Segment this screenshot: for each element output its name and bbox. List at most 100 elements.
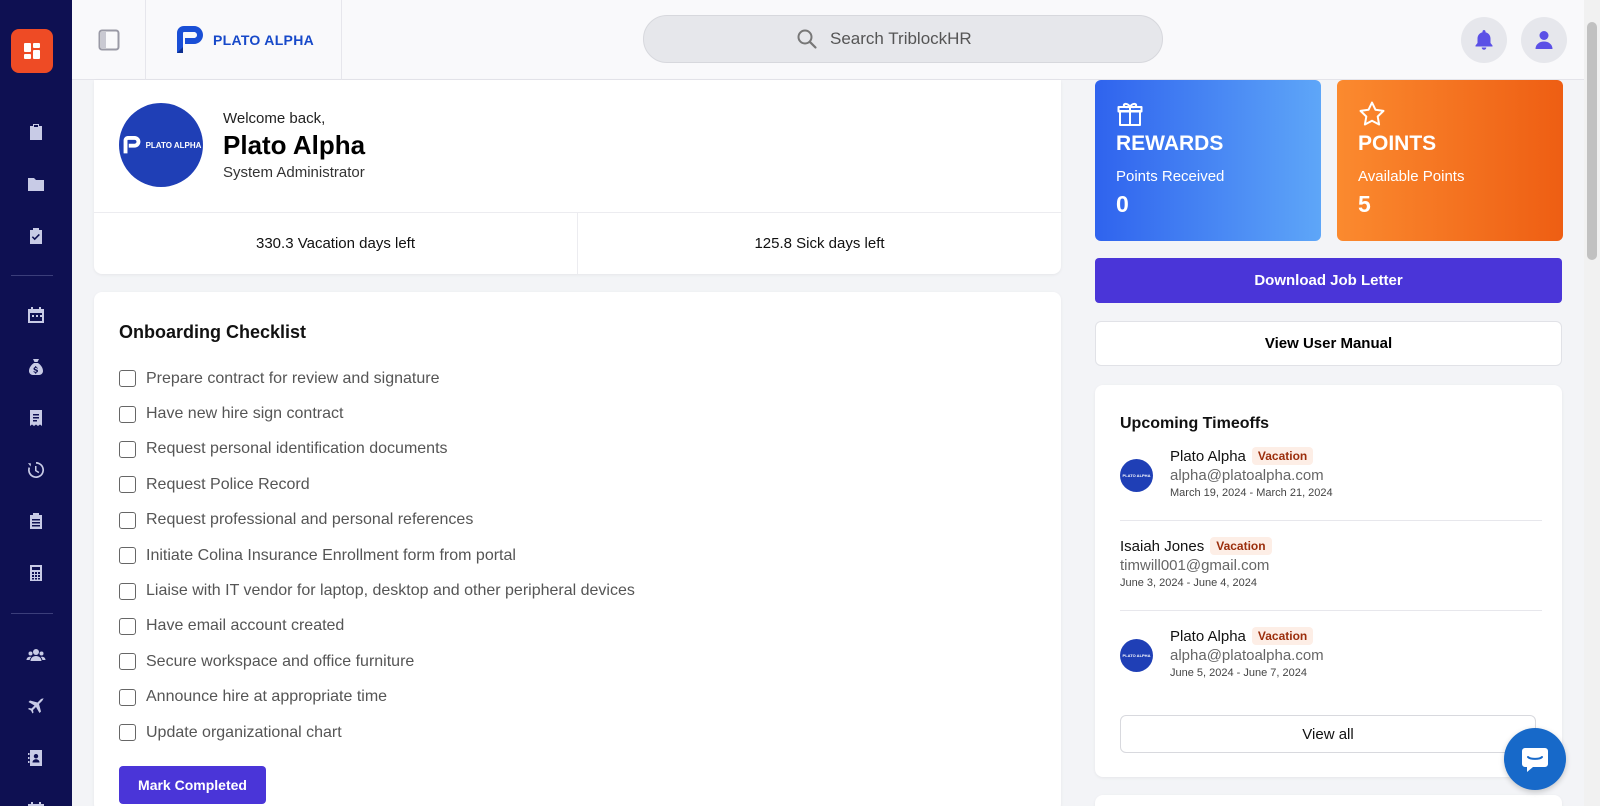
checklist-item-label: Request personal identification document… <box>146 440 448 458</box>
view-all-timeoffs-button[interactable]: View all <box>1120 715 1536 753</box>
timeoffs-title: Upcoming Timeoffs <box>1120 415 1270 432</box>
contact-card-icon <box>28 750 42 766</box>
view-user-manual-button[interactable]: View User Manual <box>1095 321 1562 366</box>
checklist-item[interactable]: Request professional and personal refere… <box>119 503 635 538</box>
star-icon <box>1359 101 1385 126</box>
checklist-item[interactable]: Prepare contract for review and signatur… <box>119 361 635 396</box>
calendar-icon <box>28 307 44 323</box>
sick-days-left: 125.8 Sick days left <box>577 213 1061 274</box>
sidebar-item-travel[interactable] <box>0 687 72 727</box>
sidebar-item-documents[interactable] <box>0 164 72 204</box>
timeoff-entry[interactable]: Isaiah Jones Vacation timwill001@gmail.co… <box>1120 537 1542 611</box>
checkbox[interactable] <box>119 370 136 388</box>
checklist-item-label: Have new hire sign contract <box>146 405 344 423</box>
chat-button[interactable] <box>1504 728 1566 790</box>
user-menu-button[interactable] <box>1521 17 1567 63</box>
search-bar[interactable] <box>643 15 1163 63</box>
timeoff-dates: June 5, 2024 - June 7, 2024 <box>1170 667 1307 679</box>
checklist-item[interactable]: Have new hire sign contract <box>119 396 635 431</box>
plato-logo-icon <box>123 135 140 154</box>
sidebar-item-timesheet[interactable] <box>0 450 72 490</box>
points-tile[interactable]: POINTS Available Points 5 <box>1337 80 1563 241</box>
checkbox[interactable] <box>119 724 136 742</box>
checklist-item-label: Initiate Colina Insurance Enrollment for… <box>146 546 516 564</box>
user-role: System Administrator <box>223 164 365 181</box>
checklist-item[interactable]: Update organizational chart <box>119 715 635 750</box>
sidebar-item-approvals[interactable] <box>0 216 72 256</box>
folder-icon <box>28 178 44 191</box>
checklist-item[interactable]: Announce hire at appropriate time <box>119 680 635 715</box>
notifications-button[interactable] <box>1461 17 1507 63</box>
sidebar-item-calculator[interactable] <box>0 553 72 593</box>
points-subtitle: Available Points <box>1358 168 1465 185</box>
points-value: 5 <box>1358 191 1371 217</box>
sidebar-toggle-icon <box>98 29 119 51</box>
search-input[interactable] <box>830 29 1010 49</box>
checklist-item[interactable]: Have email account created <box>119 609 635 644</box>
checkbox[interactable] <box>119 511 136 529</box>
checklist-item-label: Request professional and personal refere… <box>146 511 474 529</box>
money-bag-icon <box>29 359 43 375</box>
timeoff-avatar: PLATO ALPHA <box>1120 459 1153 492</box>
checkbox[interactable] <box>119 688 136 706</box>
search-icon <box>797 29 817 49</box>
checklist-item[interactable]: Secure workspace and office furniture <box>119 644 635 679</box>
timeoff-dates: June 3, 2024 - June 4, 2024 <box>1120 577 1257 589</box>
download-job-letter-button[interactable]: Download Job Letter <box>1095 258 1562 303</box>
sidebar-item-tasks[interactable] <box>0 112 72 152</box>
checklist-item-label: Have email account created <box>146 617 345 635</box>
checklist-item[interactable]: Initiate Colina Insurance Enrollment for… <box>119 538 635 573</box>
timeoff-email: alpha@platoalpha.com <box>1170 647 1324 664</box>
timeoff-email: alpha@platoalpha.com <box>1170 467 1324 484</box>
user-icon <box>1535 31 1553 49</box>
checkbox[interactable] <box>119 582 136 600</box>
sidebar-item-payroll[interactable] <box>0 347 72 387</box>
brand-logo[interactable]: PLATO ALPHA <box>146 0 342 80</box>
checkbox[interactable] <box>119 617 136 635</box>
users-icon <box>26 649 46 661</box>
scrollbar-thumb[interactable] <box>1587 22 1597 260</box>
user-name: Plato Alpha <box>223 130 366 160</box>
checkbox[interactable] <box>119 405 136 423</box>
sidebar-item-expenses[interactable] <box>0 398 72 438</box>
checkbox[interactable] <box>119 653 136 671</box>
timeoff-name: Isaiah Jones <box>1120 537 1205 555</box>
timeoff-entry[interactable]: PLATO ALPHA Plato Alpha Vacation alpha@pl… <box>1120 627 1542 693</box>
receipt-icon <box>30 410 42 426</box>
checklist-item-label: Liaise with IT vendor for laptop, deskto… <box>146 582 635 600</box>
history-icon <box>28 461 45 478</box>
sidebar-item-reports[interactable] <box>0 501 72 541</box>
sidebar-toggle-button[interactable] <box>72 0 146 80</box>
page-scrollbar[interactable] <box>1584 0 1600 806</box>
points-title: POINTS <box>1358 132 1437 155</box>
gift-icon <box>1117 102 1143 126</box>
sidebar-item-directory[interactable] <box>0 738 72 778</box>
plato-logo-icon <box>176 26 203 53</box>
rewards-tile[interactable]: REWARDS Points Received 0 <box>1095 80 1321 241</box>
checkbox[interactable] <box>119 547 136 565</box>
timeoff-email: timwill001@gmail.com <box>1120 557 1270 574</box>
sidebar-divider <box>11 275 53 276</box>
checklist-item[interactable]: Liaise with IT vendor for laptop, deskto… <box>119 573 635 608</box>
timeoff-entry[interactable]: PLATO ALPHA Plato Alpha Vacation alpha@pl… <box>1120 447 1542 521</box>
bell-icon <box>1475 30 1493 50</box>
checklist-item[interactable]: Request personal identification document… <box>119 432 635 467</box>
checklist-item[interactable]: Request Police Record <box>119 467 635 502</box>
sidebar-item-more[interactable] <box>0 790 72 806</box>
next-card <box>1095 795 1562 806</box>
timeoff-type-badge: Vacation <box>1251 447 1314 465</box>
checkbox[interactable] <box>119 440 136 458</box>
mark-completed-button[interactable]: Mark Completed <box>119 766 266 804</box>
sidebar-item-employees[interactable] <box>0 635 72 675</box>
rewards-value: 0 <box>1116 191 1129 217</box>
top-header: PLATO ALPHA <box>72 0 1584 80</box>
welcome-text: Welcome back, <box>223 110 326 127</box>
plane-icon <box>28 698 44 714</box>
checkbox[interactable] <box>119 476 136 494</box>
upcoming-timeoffs-card: Upcoming Timeoffs PLATO ALPHA Plato Alph… <box>1095 385 1562 777</box>
sidebar-item-dashboard[interactable] <box>11 29 53 73</box>
sidebar-item-calendar[interactable] <box>0 295 72 335</box>
timeoff-name: Plato Alpha <box>1170 627 1246 645</box>
calculator-icon <box>30 565 42 581</box>
clipboard-check-icon <box>30 228 42 244</box>
